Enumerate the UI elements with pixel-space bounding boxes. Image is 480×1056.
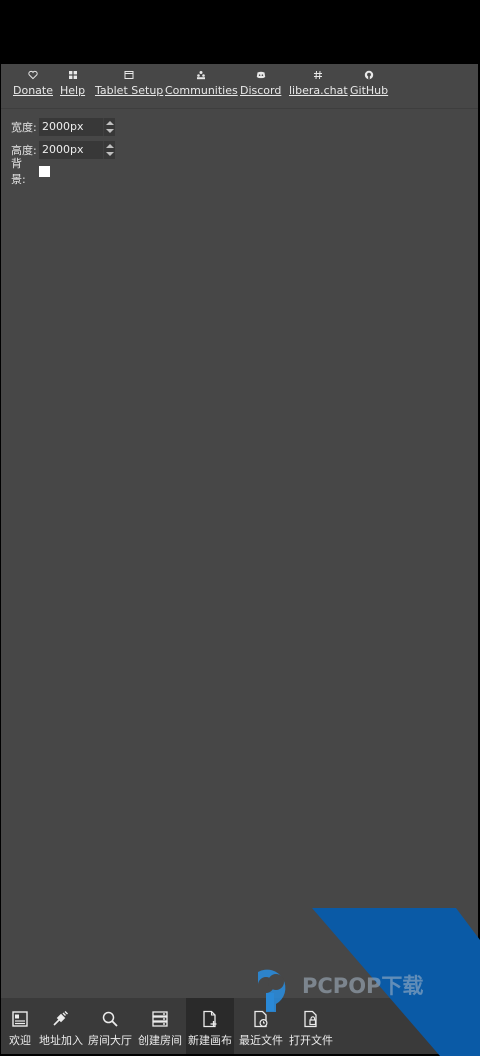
room-lobby-button[interactable]: 房间大厅: [88, 998, 132, 1054]
height-spinner[interactable]: [103, 141, 115, 159]
bottom-toolbar: 欢迎 地址加入 房间大厅 创建房间 新建画布 最近文件 打开文件: [1, 998, 478, 1054]
hash-icon: [289, 70, 348, 82]
communities-link[interactable]: Communities: [165, 70, 238, 97]
chevron-down-icon[interactable]: [106, 129, 114, 133]
discord-icon: [240, 70, 281, 82]
open-file-icon: [304, 1010, 317, 1028]
github-link[interactable]: GitHub: [350, 70, 388, 97]
tablet-setup-link[interactable]: Tablet Setup: [95, 70, 163, 97]
welcome-button[interactable]: 欢迎: [1, 998, 39, 1054]
links-bar: Donate Help Tablet Setup Communities Dis…: [1, 64, 478, 109]
app-window: Donate Help Tablet Setup Communities Dis…: [1, 64, 478, 1054]
search-icon: [102, 1011, 118, 1027]
tablet-icon: [95, 70, 163, 82]
new-document-icon: [203, 1010, 217, 1028]
grid-icon: [60, 70, 85, 82]
welcome-icon: [12, 1011, 28, 1027]
recent-files-button[interactable]: 最近文件: [238, 998, 284, 1054]
recent-file-icon: [254, 1010, 268, 1028]
background-row: 背景:: [11, 157, 50, 186]
new-canvas-button[interactable]: 新建画布: [186, 998, 234, 1054]
chevron-up-icon[interactable]: [106, 144, 114, 148]
discord-link[interactable]: Discord: [240, 70, 281, 97]
background-label: 背景:: [11, 157, 26, 186]
chevron-up-icon[interactable]: [106, 121, 114, 125]
join-address-button[interactable]: 地址加入: [39, 998, 83, 1054]
people-icon: [165, 70, 238, 82]
donate-link[interactable]: Donate: [13, 70, 53, 97]
plug-icon: [53, 1011, 68, 1026]
width-spinner[interactable]: [103, 118, 115, 136]
width-label: 宽度:: [11, 121, 37, 134]
status-bar: [0, 0, 480, 56]
open-file-button[interactable]: 打开文件: [288, 998, 334, 1054]
width-input[interactable]: [39, 118, 103, 136]
libera-chat-link[interactable]: libera.chat: [289, 70, 348, 97]
server-icon: [152, 1011, 168, 1027]
github-icon: [350, 70, 388, 82]
width-row: 宽度:: [11, 118, 115, 136]
heart-icon: [13, 70, 53, 82]
height-input[interactable]: [39, 141, 103, 159]
create-room-button[interactable]: 创建房间: [138, 998, 182, 1054]
help-link[interactable]: Help: [60, 70, 85, 97]
chevron-down-icon[interactable]: [106, 152, 114, 156]
background-color-swatch[interactable]: [39, 165, 50, 177]
